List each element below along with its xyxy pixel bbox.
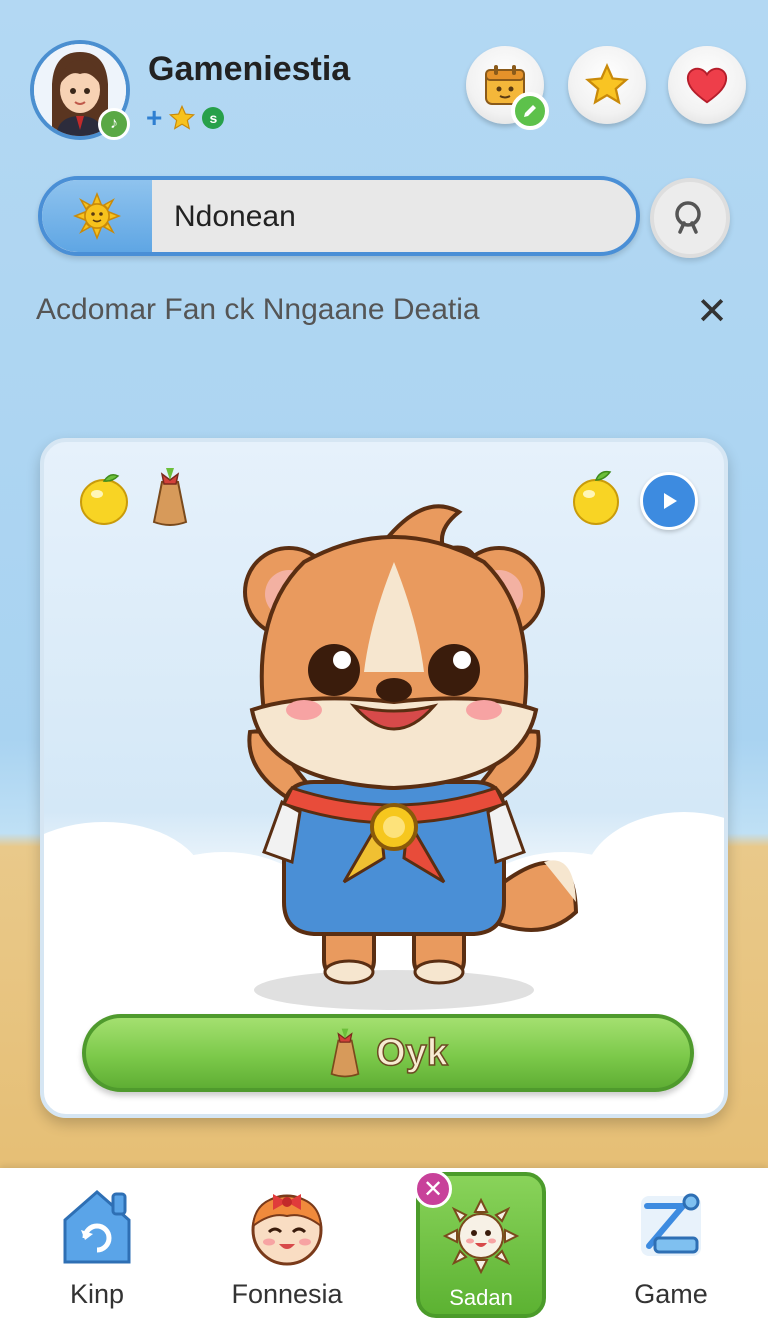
home-refresh-icon bbox=[63, 1190, 131, 1264]
game-tools-icon bbox=[641, 1193, 701, 1256]
favorites-button[interactable] bbox=[568, 46, 646, 124]
search-button[interactable] bbox=[650, 178, 730, 258]
search-icon bbox=[675, 201, 701, 234]
nav-label-kinp: Kinp bbox=[69, 1279, 125, 1309]
star-icon bbox=[585, 62, 629, 105]
character-card: Oyk bbox=[40, 438, 728, 1118]
girl-face-icon bbox=[251, 1194, 323, 1266]
play-button[interactable] bbox=[640, 472, 698, 530]
search-bar[interactable] bbox=[38, 176, 640, 256]
lemon-icon[interactable] bbox=[78, 470, 130, 526]
nav-item-game[interactable]: Game bbox=[596, 1186, 746, 1310]
pencil-icon bbox=[524, 105, 536, 117]
status-row: + s bbox=[146, 102, 225, 133]
edit-badge bbox=[511, 92, 549, 130]
banner-text: Acdomar Fan ck Nngaane Deatia bbox=[36, 293, 480, 326]
nav-label-fonnesia: Fonnesia bbox=[231, 1279, 343, 1309]
bottom-nav: Kinp Fonnesia ✕ Sadan Game bbox=[0, 1168, 768, 1344]
play-icon bbox=[664, 493, 677, 509]
close-icon[interactable]: ✕ bbox=[414, 1170, 452, 1208]
sun-face-icon bbox=[442, 1197, 520, 1275]
plus-icon: + bbox=[146, 102, 163, 133]
avatar-music-badge: ♪ bbox=[98, 108, 130, 140]
nav-item-kinp[interactable]: Kinp bbox=[22, 1186, 172, 1310]
oyk-button[interactable]: Oyk bbox=[82, 1014, 694, 1092]
nav-item-fonnesia[interactable]: Fonnesia bbox=[212, 1186, 362, 1310]
sun-icon bbox=[73, 192, 121, 240]
search-input[interactable] bbox=[172, 180, 616, 252]
username: Gameniestia bbox=[148, 50, 351, 88]
nav-item-sadan[interactable]: ✕ Sadan bbox=[414, 1170, 546, 1318]
heart-icon bbox=[686, 67, 728, 104]
nav-label-game: Game bbox=[634, 1279, 708, 1309]
oyk-button-label: Oyk bbox=[375, 1031, 448, 1075]
pouch-icon[interactable] bbox=[150, 466, 190, 528]
fox-mascot bbox=[243, 504, 579, 1010]
star-icon bbox=[169, 104, 196, 130]
close-icon[interactable]: ✕ bbox=[692, 292, 732, 332]
search-category-chip[interactable] bbox=[42, 180, 152, 252]
coin-icon: s bbox=[202, 107, 225, 129]
pouch-icon bbox=[330, 1028, 360, 1078]
likes-button[interactable] bbox=[668, 46, 746, 124]
nav-label-sadan: Sadan bbox=[449, 1285, 513, 1310]
